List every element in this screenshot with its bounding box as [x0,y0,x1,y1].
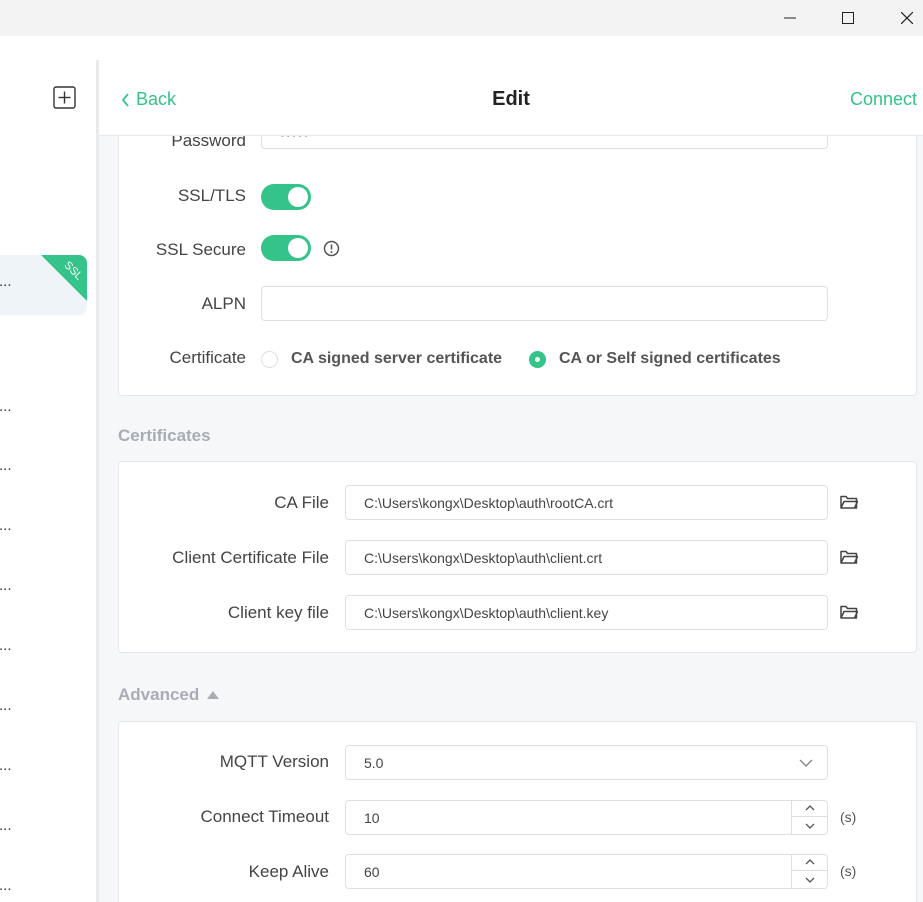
connection-item[interactable]: ... [0,398,96,420]
advanced-title-text: Advanced [118,685,200,704]
ssl-badge: SSL [41,255,87,301]
certificate-label: Certificate [169,348,246,367]
maximize-icon [842,12,854,24]
ssl-tls-label: SSL/TLS [177,186,246,205]
mqtt-version-label: MQTT Version [219,752,329,771]
connection-item[interactable]: ... [0,457,96,479]
connection-name: ... [0,697,12,714]
folder-icon[interactable] [840,494,858,510]
ssl-secure-toggle[interactable] [261,235,311,261]
edit-form-content: Password ••••• SSL/TLS SSL Secure ALPN C… [99,136,923,902]
folder-icon[interactable] [840,604,858,620]
caret-up-icon [207,691,220,699]
connection-list-sidebar: ... SSL ... ... ... ... ... ... ... ... … [0,36,97,902]
minimize-button[interactable] [767,0,813,36]
mqtt-version-select[interactable]: 5.0 [345,745,828,780]
minimize-icon [784,17,796,19]
ca-file-label: CA File [274,493,329,512]
connect-timeout-input[interactable]: 10 [345,800,828,835]
keep-alive-input[interactable]: 60 [345,854,828,889]
increase-button[interactable] [792,801,827,817]
alpn-input[interactable] [261,286,828,321]
connection-name: ... [0,817,12,834]
self-signed-label[interactable]: CA or Self signed certificates [559,350,781,368]
certificates-section-title: Certificates [118,426,211,446]
folder-icon[interactable] [840,549,858,565]
connect-timeout-unit: (s) [840,809,857,825]
close-icon [901,12,913,24]
ca-file-input[interactable]: C:\Users\kongx\Desktop\auth\rootCA.crt [345,485,828,520]
connection-item[interactable]: ... [0,697,96,719]
connect-timeout-stepper [791,801,827,834]
self-signed-radio[interactable] [529,351,546,368]
ssl-secure-label: SSL Secure [155,240,246,259]
ca-signed-server-radio[interactable] [261,351,278,368]
connection-item[interactable]: ... [0,517,96,539]
maximize-button[interactable] [825,0,871,36]
close-window-button[interactable] [884,0,923,36]
keep-alive-unit: (s) [840,863,857,879]
connection-name: ... [0,757,12,774]
edit-header: Back Edit Connect [99,61,923,136]
client-key-input[interactable]: C:\Users\kongx\Desktop\auth\client.key [345,595,828,630]
keep-alive-value: 60 [364,863,380,880]
chevron-down-icon [805,877,815,883]
info-icon[interactable] [323,240,340,257]
keep-alive-stepper [791,855,827,888]
connection-name: ... [0,398,12,415]
add-connection-icon[interactable] [53,86,76,109]
decrease-button[interactable] [792,817,827,834]
connection-name: ... [0,517,12,534]
connection-name: ... [0,637,12,654]
advanced-card: MQTT Version 5.0 Connect Timeout 10 (s) … [118,721,917,902]
connection-name: ... [0,457,12,474]
connection-item[interactable]: ... [0,757,96,779]
alpn-label: ALPN [201,294,246,313]
advanced-section-toggle[interactable]: Advanced [118,685,220,705]
connect-timeout-value: 10 [364,809,380,826]
chevron-up-icon [805,805,815,811]
connect-timeout-label: Connect Timeout [200,807,329,826]
client-key-label: Client key file [227,603,329,622]
connection-item[interactable]: ... [0,637,96,659]
connection-item-active[interactable]: ... SSL [0,255,87,315]
certificates-card: CA File C:\Users\kongx\Desktop\auth\root… [118,461,917,653]
ca-signed-server-label[interactable]: CA signed server certificate [291,350,502,368]
mqtt-version-value: 5.0 [364,754,384,771]
client-certificate-label: Client Certificate File [172,548,329,567]
password-input[interactable]: ••••• [261,136,828,149]
connection-name: ... [0,877,12,894]
connection-item[interactable]: ... [0,877,96,899]
password-label: Password [171,136,246,150]
general-card: Password ••••• SSL/TLS SSL Secure ALPN C… [118,136,917,396]
connection-item[interactable]: ... [0,577,96,599]
connect-button[interactable]: Connect [850,89,917,110]
chevron-down-icon [799,759,813,767]
ssl-tls-toggle[interactable] [261,184,311,210]
client-certificate-input[interactable]: C:\Users\kongx\Desktop\auth\client.crt [345,540,828,575]
connection-name: ... [0,577,12,594]
decrease-button[interactable] [792,871,827,888]
increase-button[interactable] [792,855,827,871]
page-title: Edit [492,88,530,110]
chevron-down-icon [805,823,815,829]
connection-name: ... [0,273,12,290]
certificates-title-text: Certificates [118,426,211,445]
chevron-up-icon [805,859,815,865]
connection-item[interactable]: ... [0,817,96,839]
keep-alive-label: Keep Alive [248,862,329,881]
window-title-bar [0,0,923,36]
